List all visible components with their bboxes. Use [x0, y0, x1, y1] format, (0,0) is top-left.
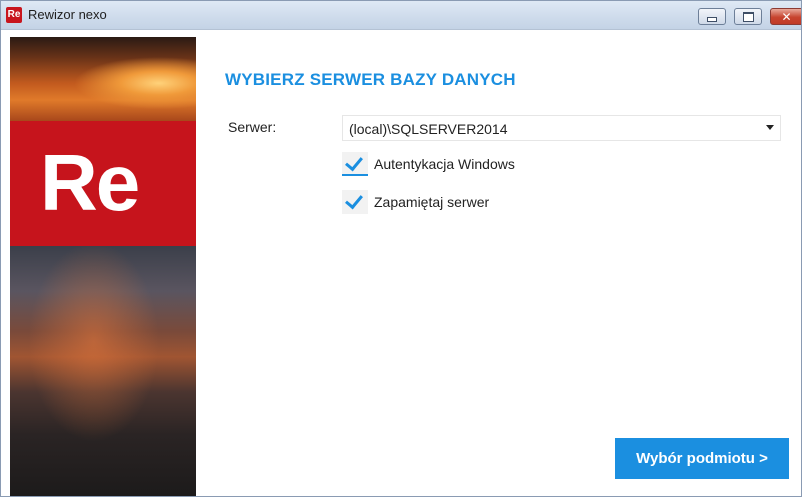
- server-select[interactable]: (local)\SQLSERVER2014: [342, 115, 781, 141]
- checkmark-icon: [345, 190, 363, 210]
- window-title: Rewizor nexo: [28, 7, 107, 22]
- brand-logo: Re: [10, 121, 196, 246]
- windows-auth-checkbox[interactable]: Autentykacja Windows: [342, 152, 515, 176]
- windows-auth-label[interactable]: Autentykacja Windows: [374, 156, 515, 172]
- side-banner: Re: [10, 37, 196, 496]
- maximize-icon: [742, 11, 754, 22]
- checkmark-icon: [345, 152, 363, 172]
- page-title: WYBIERZ SERWER BAZY DANYCH: [225, 70, 516, 89]
- app-icon: Re: [6, 7, 22, 23]
- close-icon: ✕: [781, 9, 792, 24]
- sea-image: [10, 246, 196, 496]
- remember-server-label[interactable]: Zapamiętaj serwer: [374, 194, 489, 210]
- title-bar: Re Rewizor nexo ✕: [1, 1, 801, 30]
- minimize-button[interactable]: [698, 8, 726, 25]
- minimize-icon: [707, 16, 717, 22]
- remember-server-checkbox[interactable]: Zapamiętaj serwer: [342, 190, 489, 214]
- chevron-down-icon[interactable]: [766, 125, 774, 130]
- logo-text: Re: [40, 138, 140, 227]
- maximize-button[interactable]: [734, 8, 762, 25]
- close-button[interactable]: ✕: [770, 8, 801, 25]
- sunset-image: [10, 37, 196, 121]
- app-window: Re Rewizor nexo ✕ Re WYBIERZ SERWER BAZY…: [0, 0, 802, 497]
- server-select-value: (local)\SQLSERVER2014: [349, 121, 508, 137]
- checkbox-box[interactable]: [342, 190, 368, 214]
- server-label: Serwer:: [228, 119, 277, 135]
- select-entity-button[interactable]: Wybór podmiotu >: [615, 438, 789, 479]
- checkbox-box[interactable]: [342, 152, 368, 176]
